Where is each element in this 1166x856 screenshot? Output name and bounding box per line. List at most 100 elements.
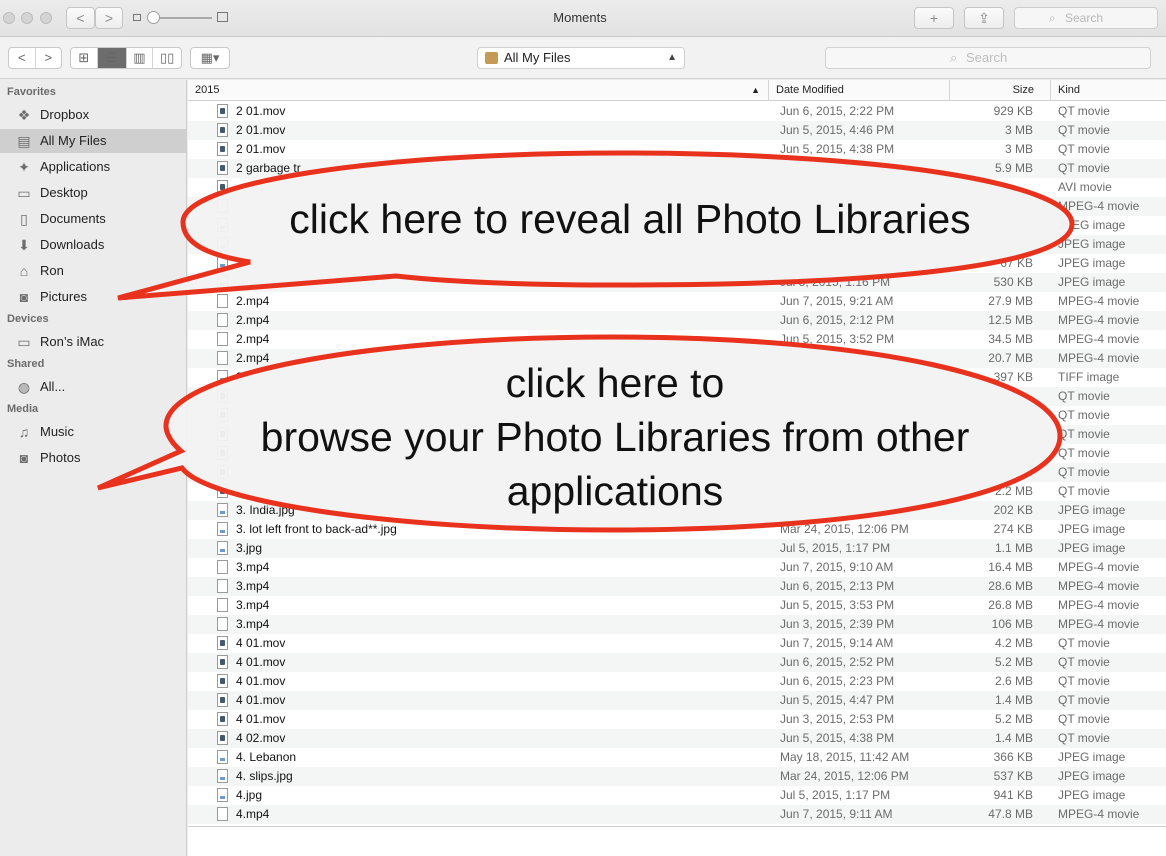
table-row[interactable]: Jul 5, 2015, 1:16 PM 530 KB JPEG image (188, 273, 1166, 292)
sidebar-item-applications[interactable]: ✦ Applications (0, 155, 187, 179)
table-row[interactable]: 2.mp4 Jun 7, 2015, 9:21 AM 27.9 MB MPEG-4 m… (188, 292, 1166, 311)
table-row[interactable]: 67 KB JPEG image (188, 254, 1166, 273)
movie-file-icon (217, 674, 228, 688)
icon-view-button[interactable]: ⊞ (71, 48, 98, 68)
cell-date: Mar 24, 2015, 12:06 PM (780, 522, 909, 536)
arrange-button[interactable]: ▦▾ (190, 47, 230, 69)
path-label: All My Files (504, 50, 571, 65)
name-column-header[interactable]: 2015 ▲ (188, 80, 768, 101)
document-file-icon (217, 598, 228, 612)
movie-file-icon (217, 712, 228, 726)
sidebar-item-all[interactable]: ◍ All... (0, 375, 187, 399)
cell-size: 929 KB (993, 104, 1033, 118)
table-row[interactable]: 4 01.mov Jun 7, 2015, 9:14 AM 4.2 MB QT mov… (188, 634, 1166, 653)
coverflow-view-button[interactable]: ▯▯ (153, 48, 181, 68)
list-header: 2015 ▲ Date Modified Size Kind (188, 80, 1166, 101)
cell-date: May 18, 2015, 11:42 AM (780, 750, 910, 764)
table-row[interactable]: 4 02.mov Jun 5, 2015, 4:38 PM 1.4 MB QT mov… (188, 729, 1166, 748)
table-row[interactable]: 2 garbage tr 5.9 MB QT movie (188, 159, 1166, 178)
cell-kind: JPEG image (1058, 769, 1126, 783)
sidebar-item-label: Music (40, 424, 74, 439)
cell-size: 67 KB (1000, 256, 1033, 270)
table-row[interactable]: 3. lot left front to back-ad**.jpg Mar 24… (188, 520, 1166, 539)
cell-date: Jun 6, 2015, 2:22 PM (780, 104, 895, 118)
cell-size: 16.4 MB (988, 560, 1033, 574)
cell-date: Jun 7, 2015, 9:14 AM (780, 636, 894, 650)
cell-date: Mar 24, 2015, 12:06 PM (780, 769, 909, 783)
table-row[interactable]: 2 01.mov Jun 5, 2015, 4:46 PM 3 MB QT movie (188, 121, 1166, 140)
table-row[interactable]: 3.mp4 Jun 6, 2015, 2:13 PM 28.6 MB MPEG-4 m… (188, 577, 1166, 596)
table-row[interactable]: 4. Lebanon May 18, 2015, 11:42 AM 366 KB JP… (188, 748, 1166, 767)
cell-kind: MPEG-4 movie (1058, 579, 1140, 593)
path-popup-button[interactable]: All My Files ▲ (477, 47, 685, 69)
table-row[interactable]: 2 01.mov Jun 5, 2015, 4:38 PM 3 MB QT movie (188, 140, 1166, 159)
top-callout-text: click here to reveal all Photo Libraries (289, 196, 971, 242)
cell-name: 2 01.mov (236, 123, 286, 137)
sidebar-item-pictures[interactable]: ◙ Pictures (0, 285, 187, 309)
cell-kind: MPEG-4 movie (1058, 332, 1140, 346)
cell-kind: MPEG-4 movie (1058, 598, 1140, 612)
cell-date: Jun 7, 2015, 9:11 AM (780, 807, 893, 821)
table-row[interactable]: 2.mp4 Jun 5, 2015, 3:52 PM 34.5 MB MPEG-4 m… (188, 330, 1166, 349)
cell-name: 2 garbage tr (236, 161, 301, 175)
plus-icon: + (929, 10, 939, 26)
table-row[interactable]: 3.mp4 Jun 3, 2015, 2:39 PM 106 MB MPEG-4 mo… (188, 615, 1166, 634)
table-row[interactable]: 4.mp4 Jun 7, 2015, 9:11 AM 47.8 MB MPEG-4 m… (188, 805, 1166, 824)
cell-name: 4 01.mov (236, 712, 286, 726)
sidebar-item-ron[interactable]: ⌂ Ron (0, 259, 187, 283)
name-header-label: 2015 (195, 84, 220, 96)
size-column-header[interactable]: Size (949, 80, 1050, 101)
cell-name: 4 01.mov (236, 693, 286, 707)
sidebar-item-downloads[interactable]: ⬇ Downloads (0, 233, 187, 257)
sidebar-item-label: Downloads (40, 237, 105, 252)
back-nav-button[interactable]: < (9, 48, 36, 68)
column-view-button[interactable]: ▥ (127, 48, 154, 68)
cell-size: 12.5 MB (988, 313, 1033, 327)
share-icon: ⇪ (978, 10, 990, 26)
add-button[interactable]: + (914, 7, 954, 29)
cell-kind: MPEG-4 movie (1058, 294, 1140, 308)
table-row[interactable]: 4. slips.jpg Mar 24, 2015, 12:06 PM 537 KB… (188, 767, 1166, 786)
imac-icon: ▭ (17, 334, 31, 350)
cell-kind: QT movie (1058, 104, 1110, 118)
cell-name: 2.mp4 (236, 294, 270, 308)
sidebar-item-music[interactable]: ♫ Music (0, 420, 187, 444)
cell-kind: QT movie (1058, 389, 1110, 403)
kind-column-header[interactable]: Kind (1050, 80, 1166, 101)
table-row[interactable]: 4 01.mov Jun 3, 2015, 2:53 PM 5.2 MB QT mov… (188, 710, 1166, 729)
list-view-button[interactable]: ☰ (97, 48, 127, 68)
sidebar-item-desktop[interactable]: ▭ Desktop (0, 181, 187, 205)
date-column-header[interactable]: Date Modified (768, 80, 949, 101)
top-search-field[interactable]: ⌕ Search (1014, 7, 1158, 29)
image-file-icon (217, 275, 228, 289)
table-row[interactable]: 3.jpg Jul 5, 2015, 1:17 PM 1.1 MB JPEG imag… (188, 539, 1166, 558)
table-row[interactable]: 3.mp4 Jun 7, 2015, 9:10 AM 16.4 MB MPEG-4 m… (188, 558, 1166, 577)
list-icon: ☰ (105, 50, 118, 65)
view-mode-segment: ⊞ ☰ ▥ ▯▯ (70, 47, 182, 69)
camera-icon: ◙ (19, 289, 29, 305)
sidebar-item-all-my-files[interactable]: ▤ All My Files (0, 129, 187, 153)
finder-search-field[interactable]: ⌕ Search (825, 47, 1151, 69)
forward-nav-button[interactable]: > (36, 48, 62, 68)
table-row[interactable]: 4 01.mov Jun 6, 2015, 2:23 PM 2.6 MB QT mov… (188, 672, 1166, 691)
cell-date: Jun 6, 2015, 2:13 PM (780, 579, 895, 593)
share-button[interactable]: ⇪ (964, 7, 1004, 29)
camera-icon: ◙ (19, 450, 29, 466)
cell-size: 1.4 MB (994, 693, 1033, 707)
sidebar-item-ron-s-imac[interactable]: ▭ Ron’s iMac (0, 330, 187, 354)
table-row[interactable]: 4 01.mov Jun 5, 2015, 4:47 PM 1.4 MB QT mov… (188, 691, 1166, 710)
table-row[interactable]: 3.mp4 Jun 5, 2015, 3:53 PM 26.8 MB MPEG-4 m… (188, 596, 1166, 615)
table-row[interactable]: 4 01.mov Jun 6, 2015, 2:52 PM 5.2 MB QT mov… (188, 653, 1166, 672)
sidebar-item-documents[interactable]: ▯ Documents (0, 207, 187, 231)
cell-size: 941 KB (993, 788, 1033, 802)
cell-name: 4.mp4 (236, 807, 270, 821)
table-row[interactable]: 2.mp4 Jun 6, 2015, 2:12 PM 12.5 MB MPEG-4 m… (188, 311, 1166, 330)
table-row[interactable]: 2 01.mov Jun 6, 2015, 2:22 PM 929 KB QT mov… (188, 102, 1166, 121)
sidebar-item-dropbox[interactable]: ❖ Dropbox (0, 103, 187, 127)
cell-kind: QT movie (1058, 674, 1110, 688)
cell-size: 1.1 MB (994, 541, 1033, 555)
table-row[interactable]: 4.jpg Jul 5, 2015, 1:17 PM 941 KB JPEG imag… (188, 786, 1166, 805)
cell-date: Jun 6, 2015, 2:12 PM (780, 313, 895, 327)
sidebar-item-photos[interactable]: ◙ Photos (0, 446, 187, 470)
cell-date: Jun 6, 2015, 2:52 PM (780, 655, 895, 669)
